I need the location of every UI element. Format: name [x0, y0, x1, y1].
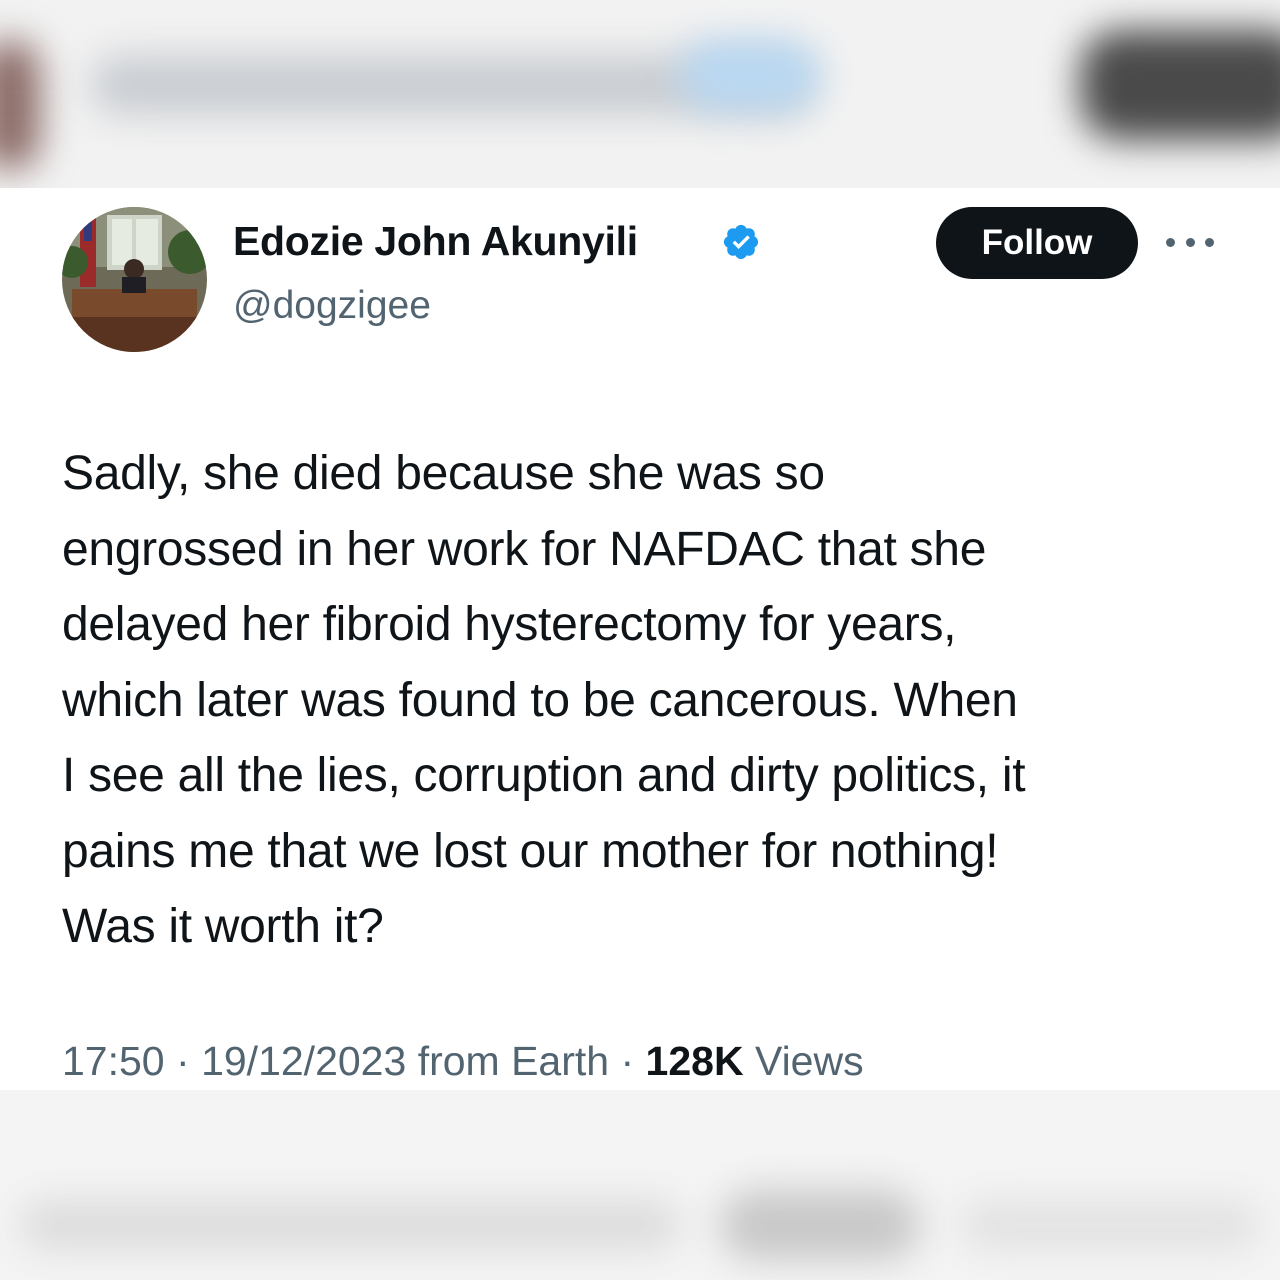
views-label: Views — [754, 1038, 864, 1084]
meta-separator: · — [176, 1038, 190, 1084]
verified-badge-icon — [723, 224, 759, 260]
meta-separator: · — [620, 1038, 635, 1084]
more-horizontal-icon[interactable] — [1166, 228, 1214, 256]
tweet-text-line: engrossed in her work for NAFDAC that sh… — [62, 522, 987, 576]
tweet-text-line: which later was found to be cancerous. W… — [62, 673, 1018, 727]
tweet-date[interactable]: 19/12/2023 — [201, 1038, 406, 1084]
views-count[interactable]: 128K — [646, 1038, 744, 1084]
blurred-background-bottom — [0, 1090, 1280, 1280]
tweet-text: Sadly, she died because she was so engro… — [62, 436, 1232, 965]
tweet-text-line: pains me that we lost our mother for not… — [62, 824, 999, 878]
more-dot — [1185, 237, 1195, 247]
tweet-meta: 17:50 · 19/12/2023 from Earth · 128K Vie… — [62, 1038, 864, 1085]
tweet-text-line: delayed her fibroid hysterectomy for yea… — [62, 598, 957, 651]
author-handle[interactable]: @dogzigee — [233, 284, 431, 328]
more-dot — [1205, 237, 1214, 247]
tweet-time[interactable]: 17:50 — [62, 1038, 165, 1084]
tweet-text-line: Was it worth it? — [62, 900, 384, 953]
avatar-image — [62, 207, 207, 352]
follow-button[interactable]: Follow — [936, 207, 1138, 279]
tweet-text-line: I see all the lies, corruption and dirty… — [62, 749, 1026, 802]
author-display-name[interactable]: Edozie John Akunyili — [233, 218, 638, 265]
tweet-text-line: Sadly, she died because she was so — [62, 447, 825, 500]
tweet-source: from Earth — [417, 1038, 610, 1084]
avatar[interactable] — [62, 207, 207, 352]
blurred-background-top — [0, 0, 1280, 188]
more-dot — [1166, 237, 1175, 247]
